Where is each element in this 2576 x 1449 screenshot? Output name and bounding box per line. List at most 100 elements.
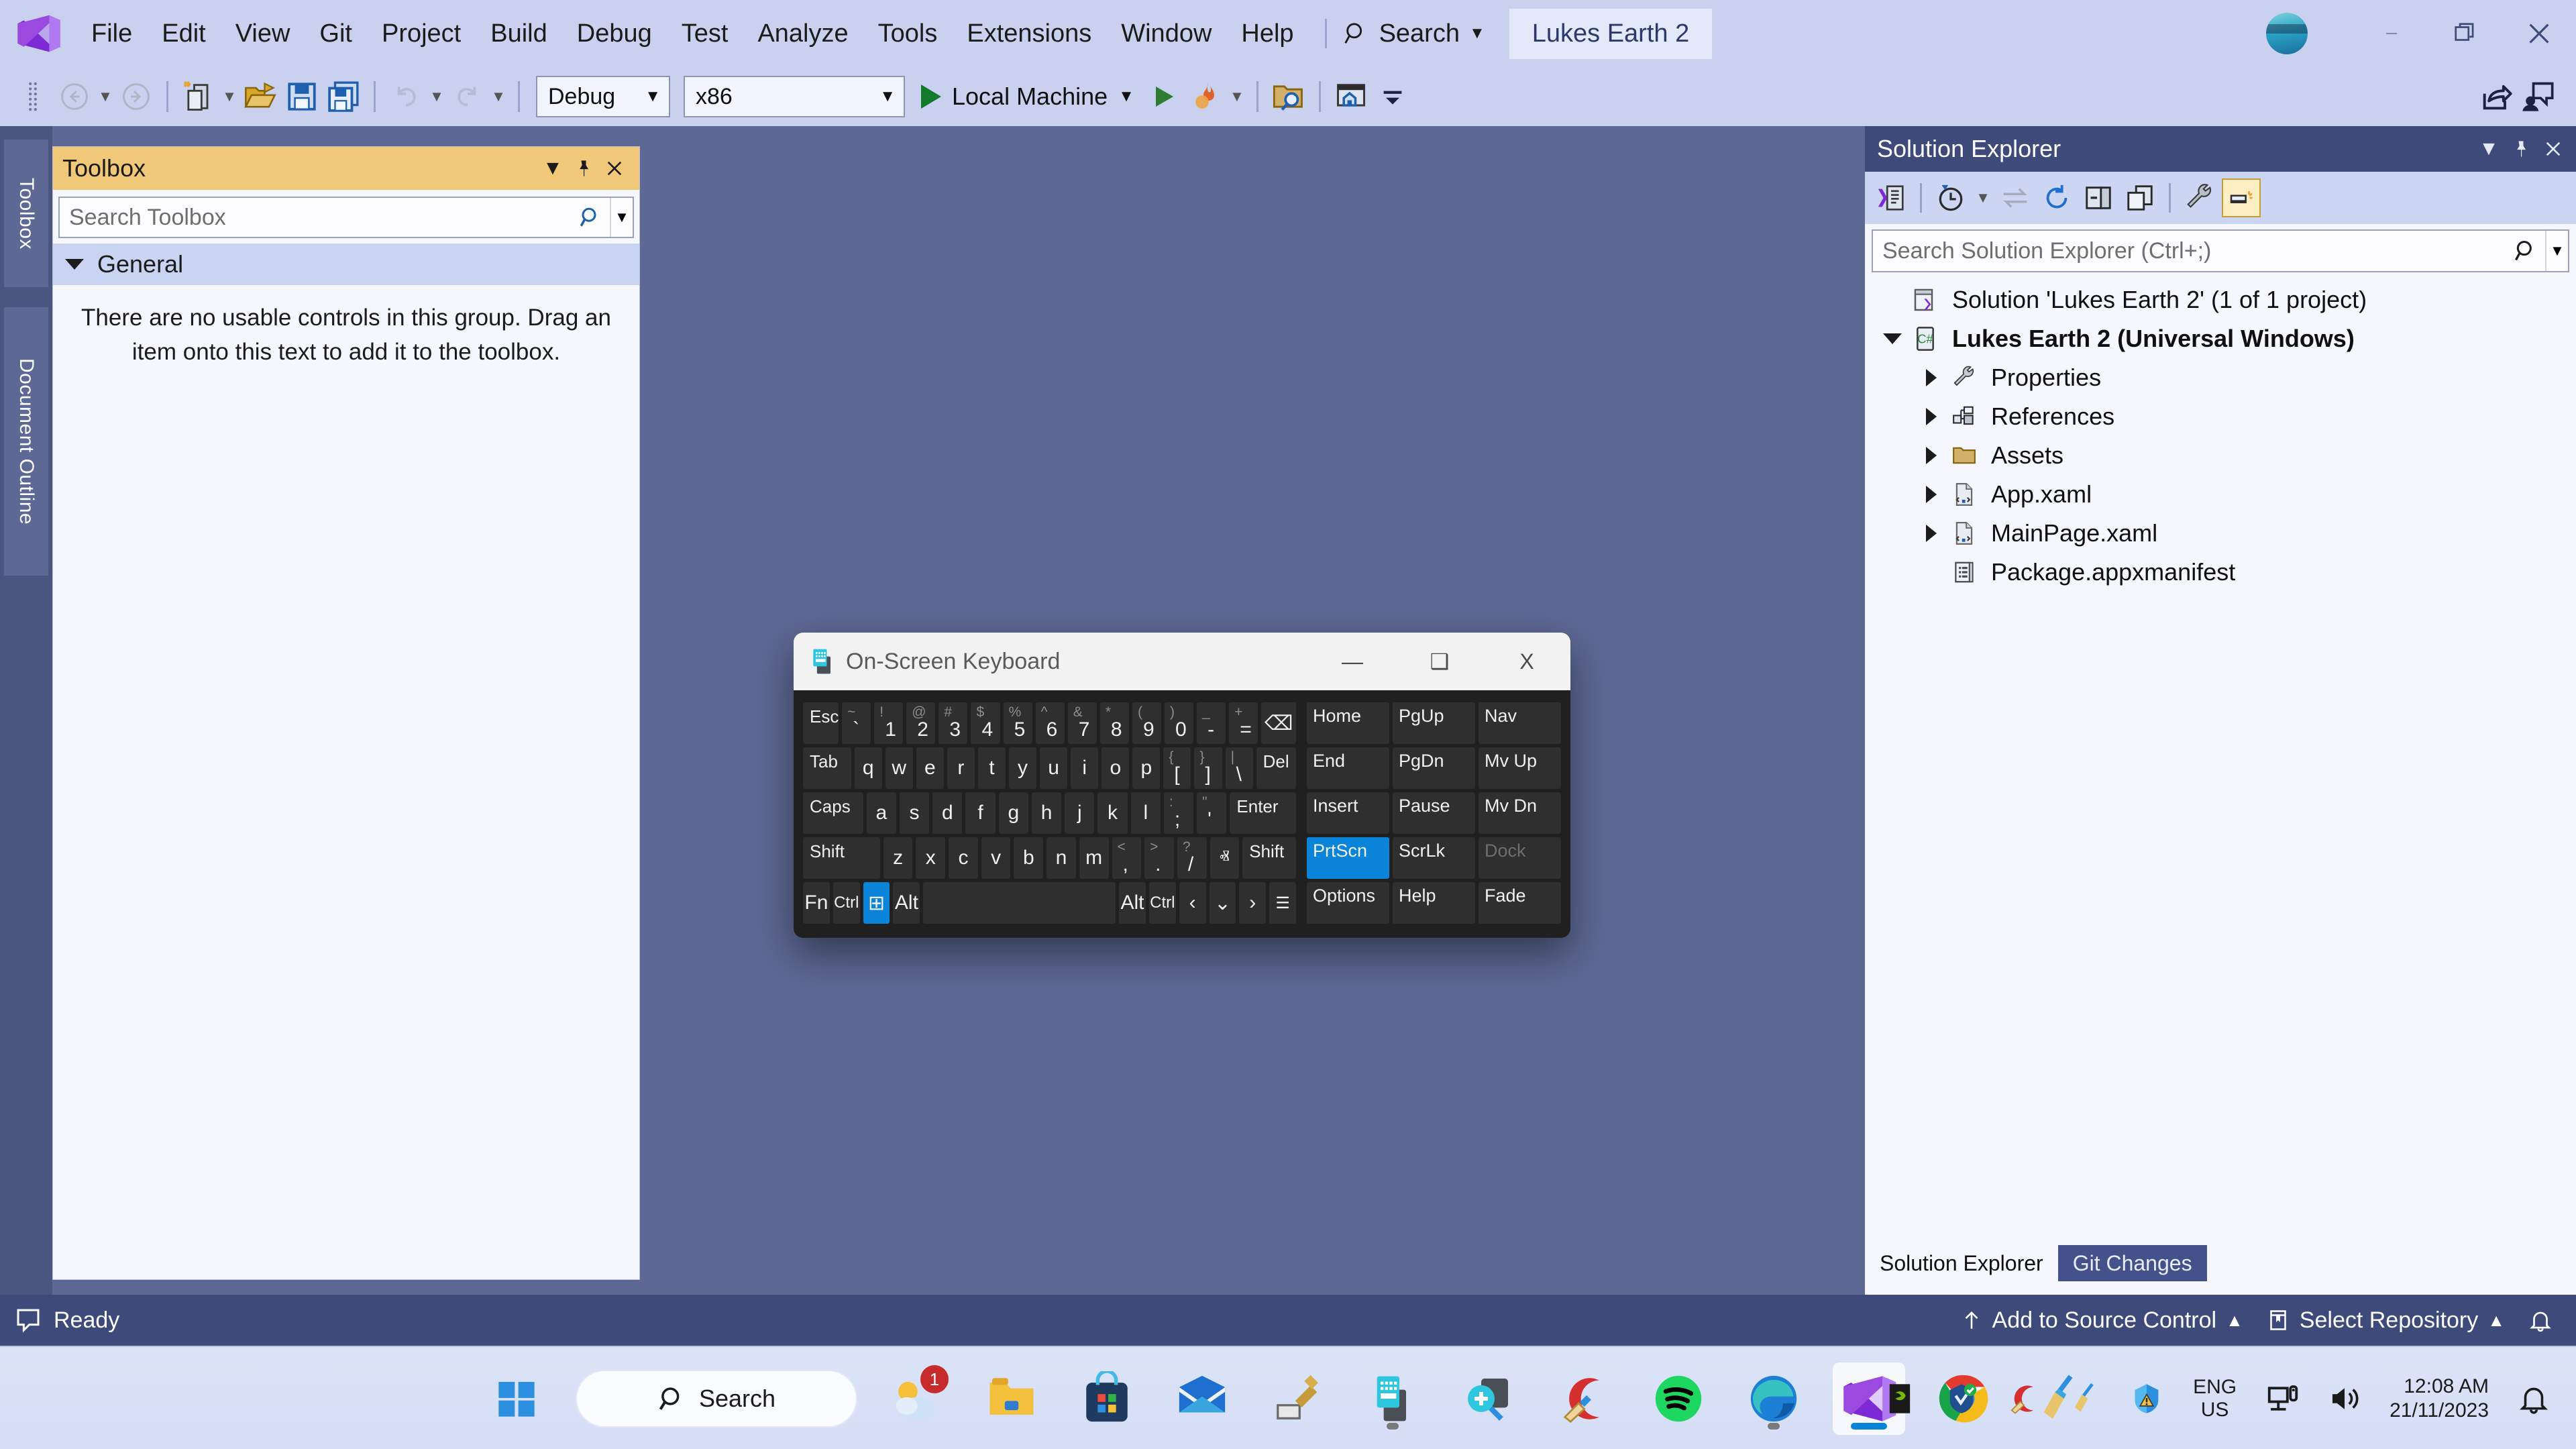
solution-explorer-window-dropdown-icon[interactable]: ▼	[2473, 133, 2505, 165]
osk-key-z[interactable]: z	[883, 837, 913, 879]
twisty-collapsed[interactable]	[1916, 447, 1947, 464]
menu-item-help[interactable]: Help	[1226, 0, 1308, 67]
twisty-collapsed[interactable]	[1916, 408, 1947, 425]
osk-nav-key-mv-dn[interactable]: Mv Dn	[1479, 792, 1561, 834]
osk-key-sym[interactable]: :;	[1163, 792, 1194, 834]
code-view-button[interactable]	[1872, 178, 1911, 217]
solution-configuration-combo[interactable]: Debug ▼	[536, 76, 670, 117]
osk-key-h[interactable]: h	[1031, 792, 1062, 834]
menu-item-window[interactable]: Window	[1106, 0, 1226, 67]
on-screen-keyboard-window[interactable]: On-Screen Keyboard — ❑ X Esc ~ `! 1 @2 #3 $4% 5…	[794, 633, 1570, 938]
taskbar-search[interactable]: Search	[576, 1370, 857, 1428]
osk-key-sym[interactable]: <,	[1112, 837, 1142, 879]
osk-key-sym[interactable]: >.	[1144, 837, 1174, 879]
taskbar-file-explorer[interactable]	[975, 1362, 1048, 1435]
osk-key-e[interactable]: e	[916, 747, 944, 789]
hot-reload-dropdown[interactable]: ▼	[1227, 76, 1247, 117]
osk-key-c[interactable]: c	[949, 837, 978, 879]
menu-item-tools[interactable]: Tools	[863, 0, 953, 67]
osk-key-q[interactable]: q	[854, 747, 882, 789]
twisty-collapsed[interactable]	[1916, 486, 1947, 503]
tree-row-references[interactable]: References	[1865, 397, 2576, 436]
menu-item-test[interactable]: Test	[667, 0, 743, 67]
tree-row-package-appxmanifest[interactable]: Package.appxmanifest	[1865, 553, 2576, 592]
osk-nav-key-fade[interactable]: Fade	[1479, 882, 1561, 924]
window-minimize-button[interactable]: —	[2355, 0, 2428, 67]
send-feedback-button[interactable]	[2517, 76, 2559, 117]
menu-item-build[interactable]: Build	[476, 0, 562, 67]
sync-button[interactable]	[1996, 178, 2035, 217]
osk-nav-key-mv-up[interactable]: Mv Up	[1479, 747, 1561, 789]
osk-key-g[interactable]: g	[998, 792, 1028, 834]
solution-platform-combo[interactable]: x86 ▼	[684, 76, 905, 117]
menu-item-file[interactable]: File	[76, 0, 147, 67]
osk-nav-key-pgup[interactable]: PgUp	[1393, 702, 1475, 744]
osk-key-7[interactable]: & 7	[1067, 702, 1097, 744]
osk-nav-key-prtscn[interactable]: PrtScn	[1307, 837, 1389, 879]
osk-key-sym[interactable]: | \	[1225, 747, 1253, 789]
undo-button[interactable]	[385, 76, 427, 117]
osk-key-space[interactable]	[923, 882, 1116, 924]
osk-key-sym[interactable]: + =	[1229, 702, 1258, 744]
tree-row-properties[interactable]: Properties	[1865, 358, 2576, 397]
taskbar-spotify[interactable]	[1642, 1362, 1715, 1435]
clock[interactable]: 12:08 AM 21/11/2023	[2384, 1375, 2494, 1423]
taskbar-on-screen-keyboard[interactable]	[1356, 1362, 1429, 1435]
osk-key-u[interactable]: u	[1040, 747, 1068, 789]
osk-key-6[interactable]: ^ 6	[1035, 702, 1065, 744]
osk-key-esc[interactable]: Esc	[803, 702, 839, 744]
osk-key-f[interactable]: f	[965, 792, 996, 834]
osk-key-sym[interactable]: ⌄	[1209, 882, 1236, 924]
osk-key-sym[interactable]: ⱏ	[1210, 837, 1240, 879]
osk-key-1[interactable]: ! 1	[874, 702, 904, 744]
toolbox-window-dropdown-icon[interactable]: ▼	[537, 153, 568, 184]
taskbar-weather-widget[interactable]: 1	[880, 1362, 953, 1435]
tab-solution-explorer[interactable]: Solution Explorer	[1865, 1245, 2058, 1281]
osk-key-m[interactable]: m	[1079, 837, 1109, 879]
osk-key-caps[interactable]: Caps	[803, 792, 863, 834]
window-close-button[interactable]	[2502, 0, 2576, 67]
osk-close-button[interactable]: X	[1483, 633, 1570, 690]
twisty-collapsed[interactable]	[1916, 369, 1947, 386]
avatar[interactable]	[2266, 13, 2308, 54]
osk-key-2[interactable]: @2	[906, 702, 936, 744]
osk-key-a[interactable]: a	[866, 792, 896, 834]
osk-key-8[interactable]: * 8	[1099, 702, 1129, 744]
undo-dropdown[interactable]: ▼	[427, 76, 447, 117]
osk-key-i[interactable]: i	[1071, 747, 1099, 789]
taskbar-tweaking-tool[interactable]	[1261, 1362, 1334, 1435]
start-debugging-button[interactable]: Local Machine ▼	[912, 76, 1144, 117]
menu-item-edit[interactable]: Edit	[147, 0, 220, 67]
notifications-button[interactable]	[2528, 1307, 2553, 1334]
volume-button[interactable]	[2322, 1377, 2367, 1421]
osk-key-alt[interactable]: Alt	[1119, 882, 1146, 924]
share-button[interactable]	[2475, 76, 2517, 117]
redo-dropdown[interactable]: ▼	[488, 76, 508, 117]
tree-row-app-xaml[interactable]: App.xaml	[1865, 475, 2576, 514]
add-to-source-control-button[interactable]: Add to Source Control ▲	[1960, 1307, 2243, 1334]
solution-search-dropdown-icon[interactable]: ▼	[2545, 231, 2568, 271]
taskbar-microsoft-edge[interactable]	[1737, 1362, 1810, 1435]
twisty-collapsed[interactable]	[1916, 525, 1947, 542]
windows-security-warning-icon[interactable]	[2125, 1377, 2169, 1421]
osk-key-fn[interactable]: Fn	[803, 882, 830, 924]
save-all-button[interactable]	[323, 76, 364, 117]
toolbar-overflow-button[interactable]	[1372, 76, 1413, 117]
pending-changes-button[interactable]	[1931, 178, 1970, 217]
toolbox-search-input[interactable]	[60, 198, 572, 237]
osk-key-p[interactable]: p	[1132, 747, 1161, 789]
osk-key-del[interactable]: Del	[1256, 747, 1296, 789]
osk-key-sym[interactable]: ⌫	[1261, 702, 1297, 744]
osk-key-shift[interactable]: Shift	[803, 837, 880, 879]
menu-item-analyze[interactable]: Analyze	[743, 0, 863, 67]
osk-key-tab[interactable]: Tab	[803, 747, 851, 789]
solution-search-input[interactable]	[1873, 231, 2508, 271]
rail-tab-toolbox[interactable]: Toolbox	[4, 140, 48, 287]
osk-nav-key-scrlk[interactable]: ScrLk	[1393, 837, 1475, 879]
navigate-back-button[interactable]	[54, 76, 95, 117]
refresh-button[interactable]	[2037, 178, 2076, 217]
navigate-forward-button[interactable]	[115, 76, 157, 117]
navigate-back-dropdown[interactable]: ▼	[95, 76, 115, 117]
home-button[interactable]	[1330, 76, 1372, 117]
network-button[interactable]	[2261, 1377, 2305, 1421]
